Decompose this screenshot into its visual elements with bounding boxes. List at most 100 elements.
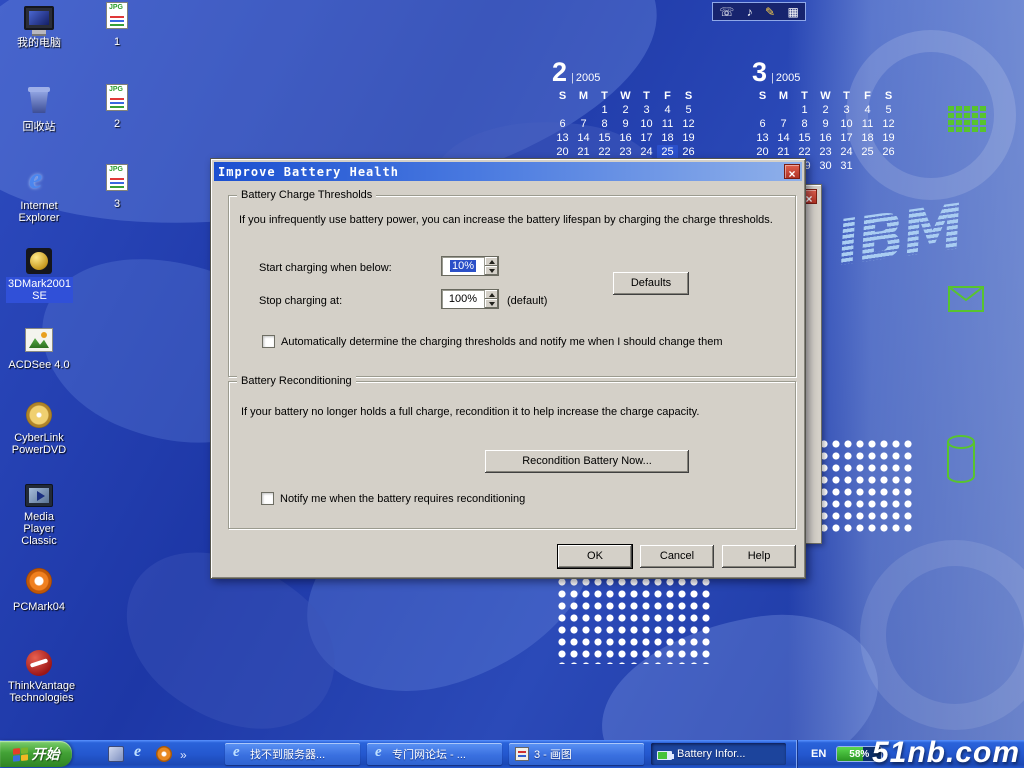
calendar-cell: 20 [752,145,773,159]
wallpaper-grid-icon [948,106,988,136]
language-indicator[interactable]: EN [811,748,826,760]
start-label: 开始 [32,744,60,764]
spinner-value[interactable]: 100% [442,290,484,308]
calendar-cell: 9 [815,117,836,131]
battery-reconditioning-group: Battery Reconditioning If your battery n… [228,381,796,529]
spin-up-button[interactable] [485,290,498,299]
notify-reconditioning-checkbox[interactable] [261,492,274,505]
task-button-battery-information[interactable]: Battery Infor... [651,743,786,765]
calendar-cell: F [657,89,678,103]
desktop-icon-label: 3 [112,197,122,211]
calendar-cell: 21 [773,145,794,159]
spin-down-button[interactable] [485,266,498,275]
calendar-cell: T [836,89,857,103]
desktop-file-1[interactable]: JPG 1 [94,2,140,50]
internet-explorer-quicklaunch-icon[interactable] [132,746,148,762]
calendar-cell: 26 [678,145,699,159]
desktop-icon-pcmark04[interactable]: PCMark04 [6,568,72,615]
calendar-cell: 30 [815,159,836,173]
calendar-cell: 2 [815,103,836,117]
task-button-forum[interactable]: 专门网论坛 - ... [367,743,502,765]
group-title: Battery Reconditioning [237,375,356,387]
desktop-widget-toolbar: ☏ ♪ ✎ ▦ [712,2,806,21]
calendar-cell: M [773,89,794,103]
wallpaper-envelope-icon [948,286,986,314]
calendar-cell: 11 [657,117,678,131]
calendar-february-2005: 2 2005 SMTWTFS12345678910111213141516171… [552,56,699,173]
auto-determine-checkbox-label[interactable]: Automatically determine the charging thr… [281,336,722,348]
desktop-icon-media-player-classic[interactable]: Media Player Classic [6,484,72,549]
calendar-cell: S [552,89,573,103]
spin-up-button[interactable] [485,257,498,266]
desktop-icon-internet-explorer[interactable]: Internet Explorer [6,166,72,226]
cancel-button[interactable]: Cancel [640,545,714,568]
calendar-cell: 12 [678,117,699,131]
calendar-cell: 17 [636,131,657,145]
desktop-icon-3dmark2001-se[interactable]: 3DMark2001 SE [6,248,72,304]
dialog-titlebar[interactable]: Improve Battery Health [214,162,802,181]
task-label: Battery Infor... [677,748,745,760]
calendar-cell: S [678,89,699,103]
media-player-quicklaunch-icon[interactable] [156,746,172,762]
desktop-icon-my-computer[interactable]: 我的电脑 [6,6,72,51]
quicklaunch-overflow-chevron[interactable] [180,746,192,762]
calendar-cell: 7 [773,117,794,131]
defaults-button[interactable]: Defaults [613,272,689,295]
calendar-cell: 24 [836,145,857,159]
task-button-paint[interactable]: 3 - 画图 [509,743,644,765]
calendar-cell: 13 [552,131,573,145]
help-button[interactable]: Help [722,545,796,568]
calendar-cell: S [878,89,899,103]
calendar-cell: 24 [636,145,657,159]
desktop-icon-acdsee[interactable]: ACDSee 4.0 [6,328,72,373]
calendar-cell: 5 [678,103,699,117]
calendar-cell: 4 [857,103,878,117]
calendar-icon[interactable]: ▦ [787,4,798,20]
task-button-server-not-found[interactable]: 找不到服务器... [225,743,360,765]
desktop-icon-recycle-bin[interactable]: 回收站 [6,86,72,135]
ok-button[interactable]: OK [558,545,632,568]
desktop-icon-label: 3DMark2001 SE [6,277,73,303]
desktop-icon-cyberlink-powerdvd[interactable]: CyberLink PowerDVD [6,402,72,458]
calendar-cell: 26 [878,145,899,159]
calendar-cell: 1 [794,103,815,117]
my-computer-icon [24,6,54,30]
calendar-cell: 9 [615,117,636,131]
calendar-cell: 23 [815,145,836,159]
phone-icon[interactable]: ☏ [719,4,734,20]
dialog-close-button[interactable] [784,164,800,179]
calendar-cell: 17 [836,131,857,145]
wallpaper-dot-grid [818,438,914,534]
stop-charging-spinner[interactable]: 100% [441,289,499,309]
calendar-cell: M [573,89,594,103]
spin-down-button[interactable] [485,299,498,308]
desktop-icon-label: Internet Explorer [6,199,72,225]
desktop-file-3[interactable]: JPG 3 [94,164,140,212]
pen-icon[interactable]: ✎ [765,4,775,20]
spinner-buttons [484,290,498,308]
media-player-classic-icon [25,484,53,507]
calendar-cell: 21 [573,145,594,159]
show-desktop-icon[interactable] [108,746,124,762]
calendar-cell [878,159,899,173]
desktop-icon-label: Media Player Classic [6,510,72,548]
calendar-cell: 6 [552,117,573,131]
spinner-value[interactable]: 10% [442,257,484,275]
recycle-bin-icon [27,86,51,114]
thresholds-description: If you infrequently use battery power, y… [239,214,773,226]
start-button[interactable]: 开始 [0,741,72,767]
start-charging-spinner[interactable]: 10% [441,256,499,276]
desktop-icon-thinkvantage[interactable]: ThinkVantage Technologies [6,650,72,706]
calendar-cell: 25 [857,145,878,159]
internet-explorer-icon [231,747,245,761]
jpg-badge: JPG [109,86,123,94]
desktop-file-2[interactable]: JPG 2 [94,84,140,132]
music-icon[interactable]: ♪ [747,4,753,20]
task-label: 找不到服务器... [250,746,325,762]
reconditioning-description: If your battery no longer holds a full c… [241,406,699,418]
jpg-file-icon: JPG [106,2,128,29]
recondition-battery-now-button[interactable]: Recondition Battery Now... [485,450,689,473]
auto-determine-checkbox[interactable] [262,335,275,348]
notify-reconditioning-checkbox-label[interactable]: Notify me when the battery requires reco… [280,493,525,505]
calendar-cell [857,159,878,173]
